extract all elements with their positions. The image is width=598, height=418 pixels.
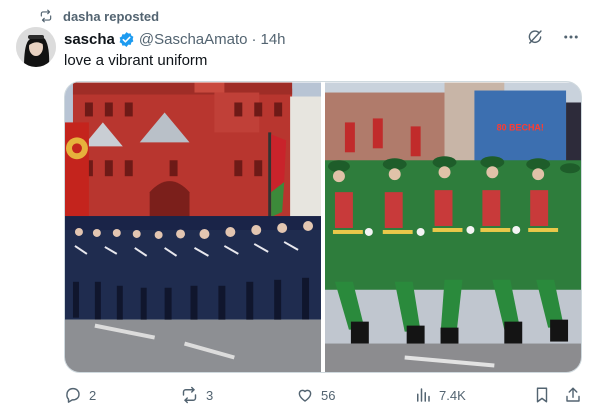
post-header-actions [526, 28, 580, 51]
reply-button[interactable]: 2 [64, 386, 96, 404]
media-grid: 80 ВЕСНА! [64, 81, 582, 373]
like-button[interactable]: 56 [296, 386, 335, 404]
reply-count: 2 [89, 387, 97, 403]
share-icon [566, 387, 580, 402]
repost-count: 3 [206, 387, 214, 403]
reply-icon [66, 387, 80, 403]
screen-banner-text: 80 ВЕСНА! [497, 122, 544, 132]
bookmark-button[interactable] [533, 386, 558, 404]
repost-label: dasha reposted [63, 8, 160, 24]
heart-icon [298, 389, 312, 402]
repost-button[interactable]: 3 [180, 386, 213, 404]
separator-dot: · [251, 30, 257, 48]
repost-icon [182, 386, 197, 404]
action-bar: 2 3 56 7.4K [64, 386, 582, 406]
post-text: love a vibrant uniform [64, 52, 208, 69]
avatar[interactable] [16, 27, 56, 67]
post-header: sascha @SaschaAmato · 14h [64, 29, 286, 49]
media-image-1[interactable] [65, 82, 321, 373]
like-count: 56 [321, 387, 336, 403]
post-timestamp[interactable]: 14h [261, 31, 286, 48]
more-options-icon[interactable] [562, 28, 580, 51]
media-image-2[interactable]: 80 ВЕСНА! [324, 82, 581, 373]
grok-icon[interactable] [526, 28, 544, 51]
bookmark-icon [536, 387, 548, 403]
views-chart-icon [417, 388, 430, 402]
share-button[interactable] [564, 386, 589, 404]
author-handle[interactable]: @SaschaAmato [139, 31, 248, 48]
verified-badge-icon[interactable] [118, 31, 135, 48]
view-count: 7.4K [439, 387, 466, 403]
views-button[interactable]: 7.4K [414, 386, 466, 404]
repost-icon [40, 9, 52, 23]
author-name[interactable]: sascha [64, 31, 115, 48]
repost-indicator[interactable]: dasha reposted [38, 7, 159, 25]
